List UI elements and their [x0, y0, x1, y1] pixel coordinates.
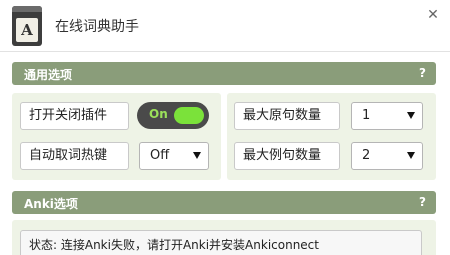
- general-help-icon[interactable]: ?: [419, 66, 426, 80]
- anki-help-icon[interactable]: ?: [419, 195, 426, 209]
- chevron-down-icon: [407, 152, 415, 159]
- max-example-select-value: 2: [362, 148, 371, 163]
- max-original-select[interactable]: 1: [351, 102, 423, 130]
- hotkey-select-value: Off: [150, 148, 170, 163]
- dictionary-book-icon: A: [12, 6, 42, 46]
- app-title: 在线词典助手: [55, 19, 139, 35]
- close-icon[interactable]: ✕: [424, 6, 442, 24]
- anki-options-header: Anki选项 ?: [12, 191, 436, 214]
- book-spine: [12, 6, 42, 12]
- toggle-state-text: On: [149, 107, 168, 121]
- general-options-title: 通用选项: [24, 68, 73, 82]
- anki-status-text: 状态: 连接Anki失败，请打开Anki并安装Ankiconnect: [20, 230, 422, 255]
- max-original-label: 最大原句数量: [234, 102, 340, 130]
- general-options-header: 通用选项 ?: [12, 62, 436, 85]
- plugin-toggle-switch[interactable]: On: [137, 102, 209, 129]
- hotkey-select[interactable]: Off: [139, 142, 209, 170]
- max-example-select[interactable]: 2: [351, 142, 423, 170]
- toggle-knob: [174, 107, 204, 124]
- chevron-down-icon: [193, 152, 201, 159]
- max-original-select-value: 1: [362, 108, 371, 123]
- hotkey-label: 自动取词热键: [20, 142, 129, 170]
- book-letter: A: [21, 21, 33, 39]
- chevron-down-icon: [407, 112, 415, 119]
- max-example-label: 最大例句数量: [234, 142, 340, 170]
- anki-options-title: Anki选项: [24, 197, 78, 211]
- popup-header: A 在线词典助手 ✕: [0, 0, 450, 52]
- plugin-toggle-label: 打开关闭插件: [20, 102, 129, 130]
